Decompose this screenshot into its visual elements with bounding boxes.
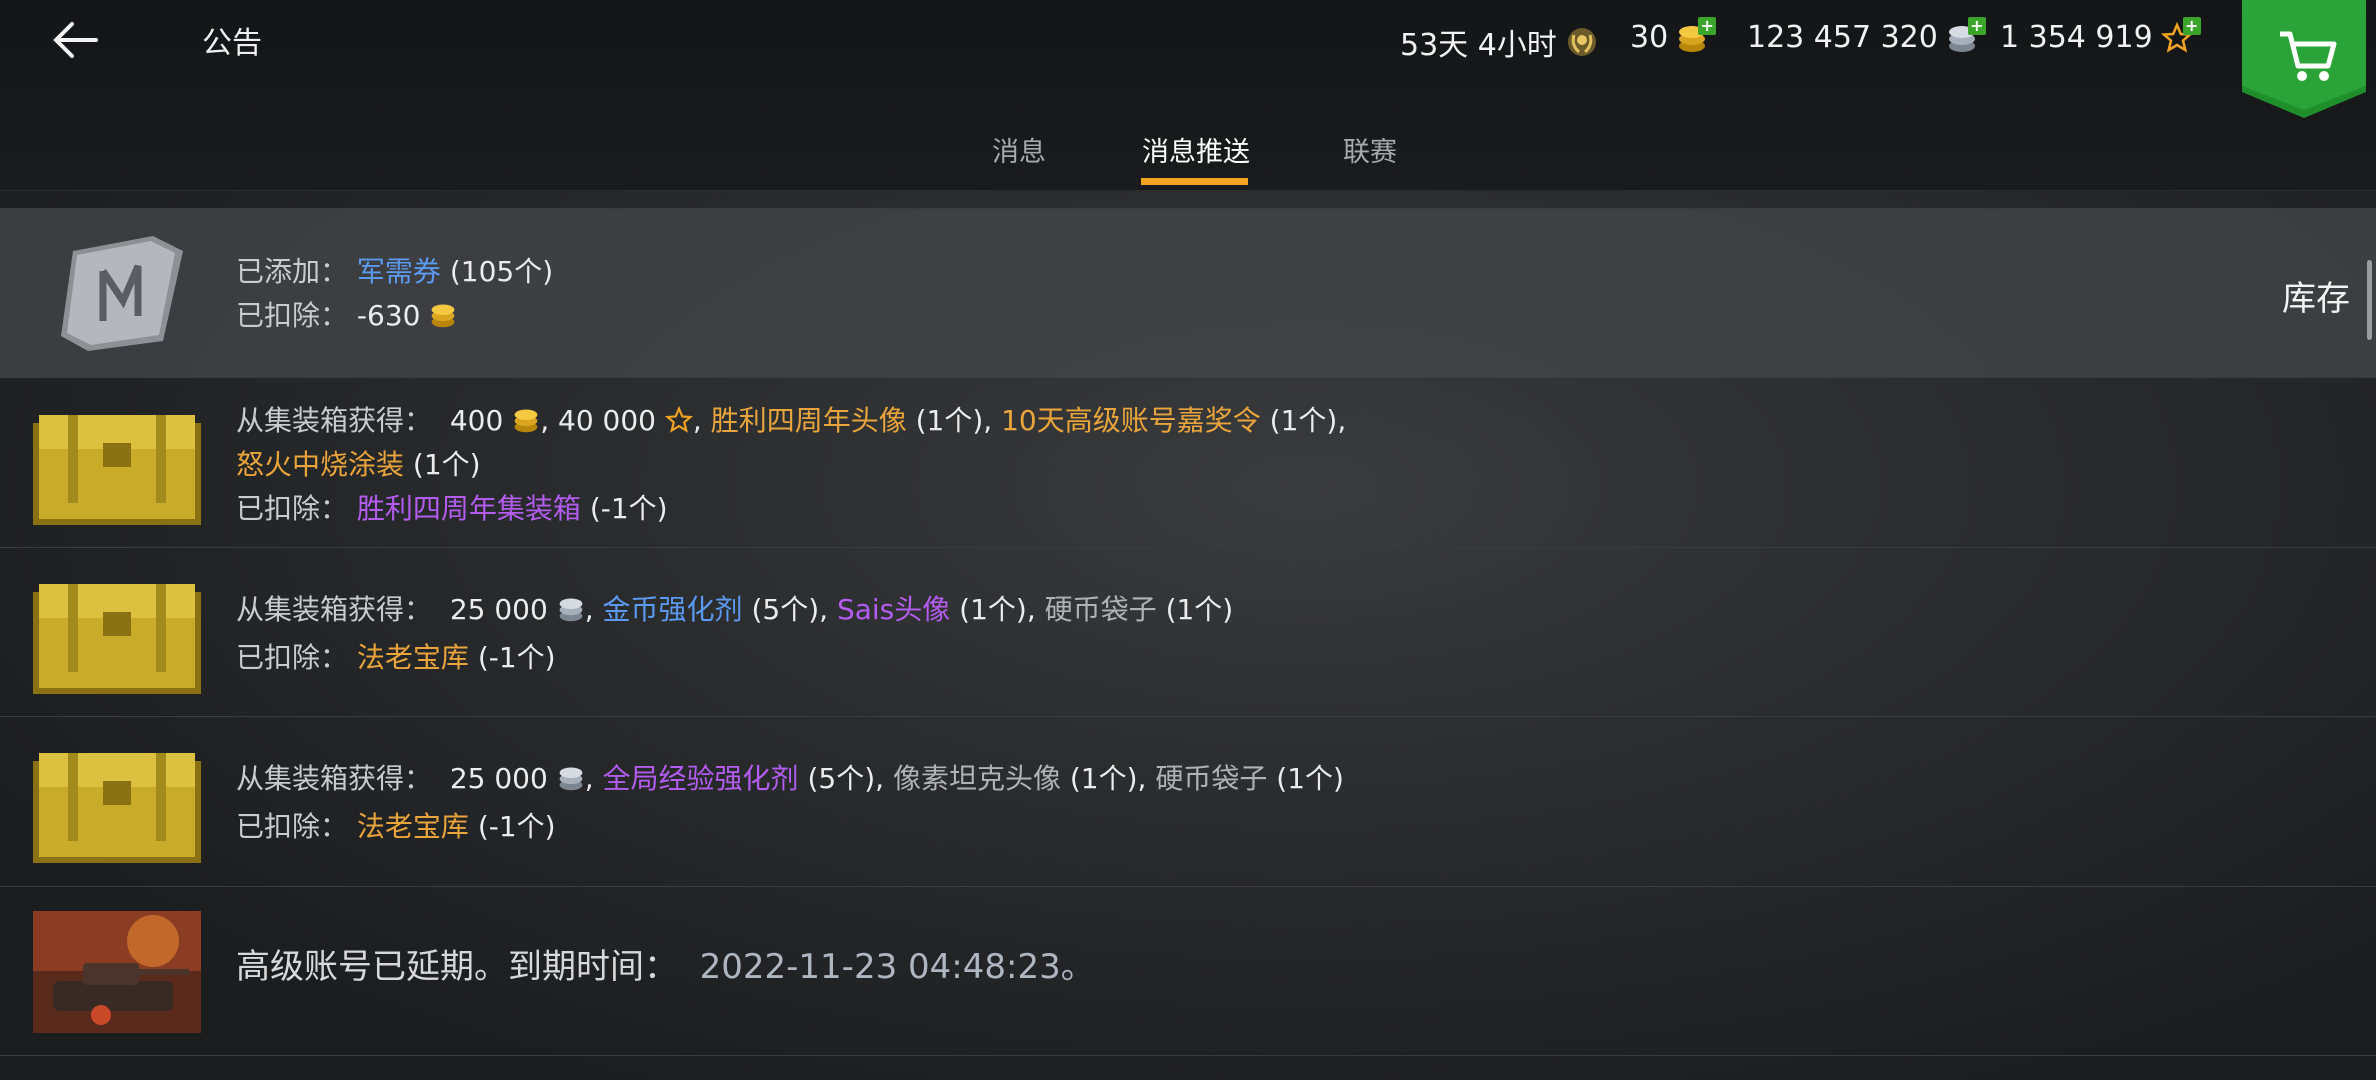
back-arrow-icon[interactable] — [50, 18, 100, 62]
premium-laurel-icon — [1567, 28, 1596, 56]
premium-time-value: 53天 4小时 — [1400, 28, 1557, 63]
gold-container-icon — [33, 584, 201, 694]
row-text: 从集装箱获得： 25 000 , 全局经验强化剂 (5个), 像素坦克头像 (1… — [236, 762, 1344, 843]
reward-item: 怒火中烧涂装 — [236, 448, 405, 481]
free-xp-value: 1 354 919 — [2000, 20, 2153, 55]
reward-count: (1个) — [1276, 762, 1344, 795]
added-count: (105个) — [449, 255, 554, 288]
tab-bar: 消息 消息推送 联赛 — [0, 120, 2376, 186]
active-tab-indicator — [1141, 178, 1248, 185]
from-container-label: 从集装箱获得： — [236, 762, 433, 795]
top-bar: 公告 53天 4小时 30 + 123 457 320 + 1 354 919 — [0, 0, 2376, 191]
reward-item: 全局经验强化剂 — [602, 762, 799, 795]
list-item[interactable]: 已添加： 军需券 (105个) 已扣除： -630 库存 — [0, 209, 2376, 378]
free-xp-counter[interactable]: 1 354 919 + — [2000, 16, 2219, 55]
add-gold-button[interactable]: + — [1698, 16, 1717, 35]
deducted-value: -630 — [356, 299, 421, 332]
deducted-count: (-1个) — [589, 492, 668, 525]
reward-count: (1个) — [1165, 593, 1234, 626]
deducted-count: (-1个) — [477, 810, 556, 843]
reward-item: 硬币袋子 — [1044, 593, 1157, 626]
tab-messages[interactable]: 消息 — [992, 130, 1046, 169]
from-container-label: 从集装箱获得： — [236, 404, 433, 437]
gold-amount: 400 — [449, 404, 504, 437]
reward-count: (5个) — [807, 762, 876, 795]
gold-value: 30 — [1630, 20, 1669, 55]
deducted-label: 已扣除： — [236, 299, 349, 332]
silver-coins-icon — [559, 767, 583, 791]
deducted-item: 法老宝库 — [356, 810, 469, 843]
reward-item: 胜利四周年头像 — [710, 404, 907, 437]
deducted-label: 已扣除： — [236, 810, 349, 843]
free-xp-amount: 40 000 — [558, 404, 656, 437]
scrollbar[interactable] — [2367, 260, 2372, 340]
reward-count: (1个) — [1269, 404, 1338, 437]
from-container-label: 从集装箱获得： — [236, 593, 433, 626]
reward-count: (1个) — [1069, 762, 1138, 795]
added-label: 已添加： — [236, 255, 349, 288]
add-credits-button[interactable]: + — [1967, 16, 1986, 35]
reward-count: (1个) — [959, 593, 1027, 626]
tab-push-messages[interactable]: 消息推送 — [1142, 130, 1250, 169]
list-item[interactable]: 从集装箱获得： 25 000 , 金币强化剂 (5个), Sais头像 (1个)… — [0, 548, 2376, 717]
expiry-date: 2022-11-23 04:48:23。 — [699, 947, 1095, 987]
reward-count: (5个) — [751, 593, 820, 626]
premium-time-counter[interactable]: 53天 4小时 — [1400, 20, 1599, 64]
tab-league[interactable]: 联赛 — [1343, 130, 1397, 169]
gold-coins-icon — [432, 304, 455, 328]
row-text: 已添加： 军需券 (105个) 已扣除： -630 — [236, 250, 553, 338]
gold-coins-icon — [514, 409, 538, 433]
deducted-label: 已扣除： — [236, 641, 349, 674]
list-item[interactable]: 高级账号已延期。到期时间： 2022-11-23 04:48:23。 — [0, 887, 2376, 1056]
list-item-partial — [0, 1056, 2376, 1080]
credits-counter[interactable]: 123 457 320 + — [1747, 16, 2004, 55]
deducted-count: (-1个) — [477, 641, 556, 674]
deducted-label: 已扣除： — [236, 492, 349, 525]
tank-image-icon — [33, 911, 201, 1033]
shopping-cart-icon[interactable] — [2242, 0, 2366, 118]
star-icon — [664, 406, 693, 433]
list-item[interactable]: 从集装箱获得： 25 000 , 全局经验强化剂 (5个), 像素坦克头像 (1… — [0, 717, 2376, 887]
added-item: 军需券 — [356, 255, 441, 288]
credits-value: 123 457 320 — [1747, 20, 1938, 55]
row-text: 从集装箱获得： 400 , 40 000 , 胜利四周年头像 (1个), 10天… — [236, 404, 1347, 525]
reward-item: 像素坦克头像 — [892, 762, 1061, 795]
gold-counter[interactable]: 30 + — [1630, 16, 1734, 55]
reward-count: (1个) — [412, 448, 481, 481]
silver-coins-icon — [559, 598, 583, 622]
add-free-xp-button[interactable]: + — [2182, 16, 2201, 35]
gold-container-icon — [33, 415, 201, 525]
reward-count: (1个) — [915, 404, 984, 437]
reward-item: Sais头像 — [836, 593, 951, 626]
page-title: 公告 — [202, 26, 262, 61]
list-item[interactable]: 从集装箱获得： 400 , 40 000 , 胜利四周年头像 (1个), 10天… — [0, 378, 2376, 548]
reward-item: 硬币袋子 — [1155, 762, 1268, 795]
premium-extended-message: 高级账号已延期。到期时间： — [236, 947, 678, 987]
deducted-item: 胜利四周年集装箱 — [356, 492, 581, 525]
credits-amount: 25 000 — [449, 762, 548, 795]
deducted-item: 法老宝库 — [356, 641, 469, 674]
inventory-link[interactable]: 库存 — [2282, 271, 2350, 320]
voucher-ticket-icon — [61, 236, 183, 351]
credits-amount: 25 000 — [449, 593, 548, 626]
list-item-partial — [0, 190, 2376, 209]
gold-container-icon — [33, 753, 201, 863]
reward-item: 10天高级账号嘉奖令 — [1001, 404, 1261, 437]
reward-item: 金币强化剂 — [602, 593, 743, 626]
row-text: 高级账号已延期。到期时间： 2022-11-23 04:48:23。 — [236, 945, 1095, 989]
row-text: 从集装箱获得： 25 000 , 金币强化剂 (5个), Sais头像 (1个)… — [236, 593, 1234, 674]
